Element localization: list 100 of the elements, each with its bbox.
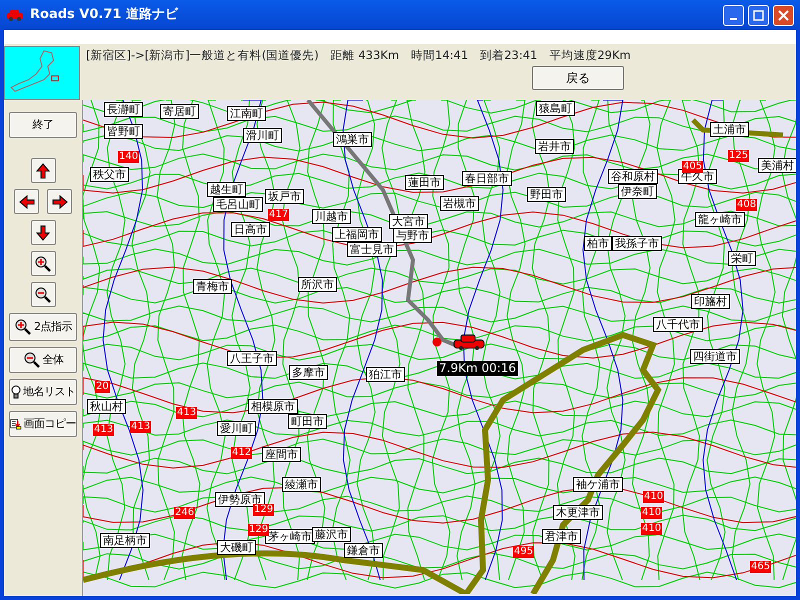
scroll-up-button[interactable] [30,158,56,183]
zoom-in-button[interactable] [30,251,56,276]
maximize-icon [753,10,764,20]
place-label: 上福岡市 [332,227,382,242]
arrow-icon [52,194,68,210]
place-label: 青梅市 [193,279,232,294]
place-label: 伊奈町 [618,184,657,199]
zoom-in-icon [14,318,32,336]
place-label: 鴻巣市 [333,132,372,147]
place-label: 鎌倉市 [344,543,383,558]
place-label: 多摩市 [289,365,328,380]
arrow-icon [18,194,34,210]
exit-button[interactable]: 終了 [9,112,77,138]
place-label: 寄居町 [160,104,199,119]
route-number: 246 [174,507,196,519]
zoom-out-icon [34,286,52,304]
place-label: 藤沢市 [312,527,351,542]
place-label: 猿島町 [536,101,575,116]
place-label: 愛川町 [217,421,256,436]
route-number: 410 [643,491,664,503]
maximize-button[interactable] [748,4,769,26]
place-label: 柏市 [584,236,612,251]
route-number: 412 [231,447,252,459]
place-label: 大磯町 [217,540,256,555]
route-number: 129 [248,524,270,536]
zoom-out-button[interactable] [30,282,56,307]
place-label: 南足柄市 [100,533,150,548]
route-number: 417 [268,209,290,221]
place-label: 越生町 [207,182,246,197]
route-number: 408 [736,199,758,211]
route-number: 410 [641,523,662,535]
place-label: 日高市 [231,222,270,237]
place-label: 坂戸市 [265,189,304,204]
place-label: 座間市 [262,447,301,462]
place-list-button[interactable]: 地名リスト [9,379,77,405]
place-label: 栄町 [728,251,756,266]
scroll-down-button[interactable] [30,220,56,245]
route-number: 140 [118,151,140,163]
place-label: 谷和原村 [608,169,658,184]
place-label: 毛呂山町 [213,197,263,212]
place-label: 岩井市 [535,139,574,154]
place-label: 狛江市 [366,367,405,382]
place-label: 与野市 [393,228,432,243]
place-label: 春日部市 [462,171,512,186]
place-label: 岩槻市 [440,196,479,211]
place-label: 我孫子市 [612,236,662,251]
window-title: Roads V0.71 道路ナビ [30,6,178,24]
distance-time-label: 7.9Km 00:16 [437,361,518,376]
place-label: 秩父市 [90,167,129,182]
route-number: 413 [130,421,152,433]
route-number: 125 [728,150,750,162]
lightbulb-icon [10,384,21,400]
place-label: 綾瀬市 [282,477,321,492]
arrow-icon [35,162,51,178]
route-number: 20 [95,381,110,393]
place-label: 袖ケ浦市 [573,477,623,492]
zoom-out-icon [22,351,40,369]
place-label: 蓮田市 [405,175,444,190]
minimize-button[interactable] [723,4,744,26]
close-button[interactable] [773,4,794,26]
place-label: 長瀞町 [104,102,143,117]
place-label: 木更津市 [553,505,603,520]
place-label: 所沢市 [298,277,337,292]
back-button[interactable]: 戻る [532,66,624,90]
place-label: 八王子市 [227,351,277,366]
location-dot-icon [432,337,442,347]
route-number: 129 [253,504,274,516]
place-label: 大宮市 [389,214,428,229]
two-point-button[interactable]: 2点指示 [9,313,77,341]
route-number: 413 [176,407,198,419]
place-label: 四街道市 [690,349,740,364]
place-label: 君津市 [542,529,581,544]
minimize-icon [730,18,737,20]
close-icon [778,10,789,20]
place-label: 龍ヶ崎市 [695,212,745,227]
screen-copy-button[interactable]: 画面コピー [9,411,77,437]
place-label: 相模原市 [248,399,298,414]
place-label: 川越市 [312,209,351,224]
place-label: 美浦村 [758,158,796,173]
route-number: 413 [93,424,114,436]
scroll-right-button[interactable] [47,189,72,214]
place-label: 皆野町 [104,124,143,139]
route-number: 495 [513,546,534,558]
zoom-in-icon [34,254,52,272]
car-icon [6,9,24,21]
overview-map[interactable] [4,46,80,100]
place-label: 町田市 [288,414,327,429]
route-number: 465 [750,561,772,573]
route-number: 405 [682,161,704,173]
place-label: 秋山村 [87,399,126,414]
place-label: 土浦市 [710,122,749,137]
place-label: 野田市 [527,187,566,202]
place-label: 江南町 [227,106,266,121]
route-number: 410 [641,507,662,519]
scroll-left-button[interactable] [14,189,39,214]
place-label: 富士見市 [347,242,397,257]
place-label: 八千代市 [653,317,703,332]
full-view-button[interactable]: 全体 [9,347,77,373]
arrow-icon [35,224,51,240]
route-summary: [新宿区]->[新潟市]一般道と有料(国道優先) 距離 433Km 時間14:41 到着23:41 平均速度29Km [85,47,631,64]
